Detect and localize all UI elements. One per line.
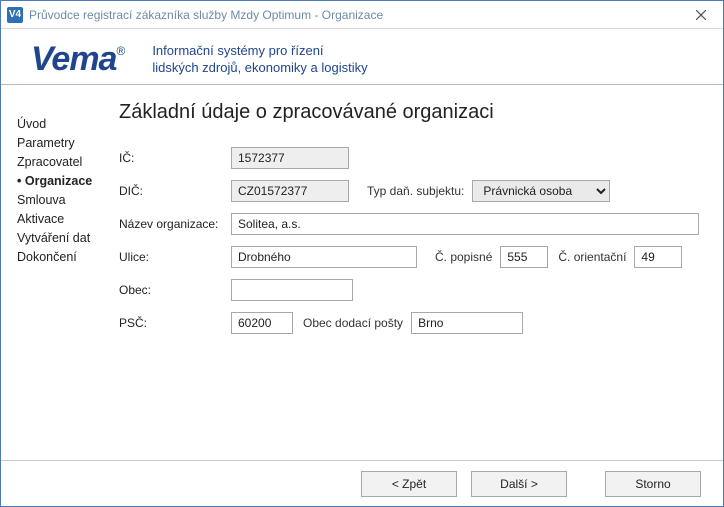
sidebar-item-organizace[interactable]: Organizace [17, 174, 109, 188]
tagline: Informační systémy pro řízení lidských z… [152, 43, 367, 76]
sidebar-item-dokonceni[interactable]: Dokončení [17, 250, 109, 264]
back-button[interactable]: < Zpět [361, 471, 457, 497]
post-city-field[interactable] [411, 312, 523, 334]
label-city: Obec: [119, 283, 231, 297]
subject-type-select[interactable]: Právnická osoba [472, 180, 610, 202]
sidebar-item-aktivace[interactable]: Aktivace [17, 212, 109, 226]
close-icon [696, 10, 706, 20]
app-icon: V4 [7, 7, 23, 23]
tagline-line1: Informační systémy pro řízení [152, 43, 367, 59]
page-title: Základní údaje o zpracovávané organizaci [119, 101, 699, 124]
titlebar: V4 Průvodce registrací zákazníka služby … [1, 1, 723, 29]
close-button[interactable] [679, 1, 723, 29]
body: Úvod Parametry Zpracovatel Organizace Sm… [1, 85, 723, 460]
label-street: Ulice: [119, 250, 231, 264]
next-button[interactable]: Další > [471, 471, 567, 497]
logo-text: Vema [31, 40, 116, 78]
cancel-button[interactable]: Storno [605, 471, 701, 497]
orient-no-field[interactable] [634, 246, 682, 268]
window-title: Průvodce registrací zákazníka služby Mzd… [29, 8, 383, 22]
sidebar-item-parametry[interactable]: Parametry [17, 136, 109, 150]
main: Základní údaje o zpracovávané organizaci… [109, 85, 723, 460]
sidebar-item-vytvareni-dat[interactable]: Vytváření dat [17, 231, 109, 245]
house-no-field[interactable] [500, 246, 548, 268]
label-orient-no: Č. orientační [558, 250, 626, 264]
org-name-field[interactable] [231, 213, 699, 235]
city-field[interactable] [231, 279, 353, 301]
footer: < Zpět Další > Storno [1, 460, 723, 506]
sidebar-item-uvod[interactable]: Úvod [17, 117, 109, 131]
label-post-city: Obec dodací pošty [303, 316, 403, 330]
sidebar-item-zpracovatel[interactable]: Zpracovatel [17, 155, 109, 169]
street-field[interactable] [231, 246, 417, 268]
label-ic: IČ: [119, 151, 231, 165]
wizard-window: V4 Průvodce registrací zákazníka služby … [0, 0, 724, 507]
label-subject-type: Typ daň. subjektu: [367, 184, 464, 198]
logo-reg: ® [116, 44, 124, 58]
sidebar-item-smlouva[interactable]: Smlouva [17, 193, 109, 207]
sidebar: Úvod Parametry Zpracovatel Organizace Sm… [1, 85, 109, 460]
label-dic: DIČ: [119, 184, 231, 198]
logo: Vema® [31, 40, 124, 79]
psc-field[interactable] [231, 312, 293, 334]
label-psc: PSČ: [119, 316, 231, 330]
header: Vema® Informační systémy pro řízení lids… [1, 29, 723, 85]
dic-field[interactable] [231, 180, 349, 202]
label-house-no: Č. popisné [435, 250, 492, 264]
label-org-name: Název organizace: [119, 217, 231, 231]
ic-field[interactable] [231, 147, 349, 169]
tagline-line2: lidských zdrojů, ekonomiky a logistiky [152, 60, 367, 76]
